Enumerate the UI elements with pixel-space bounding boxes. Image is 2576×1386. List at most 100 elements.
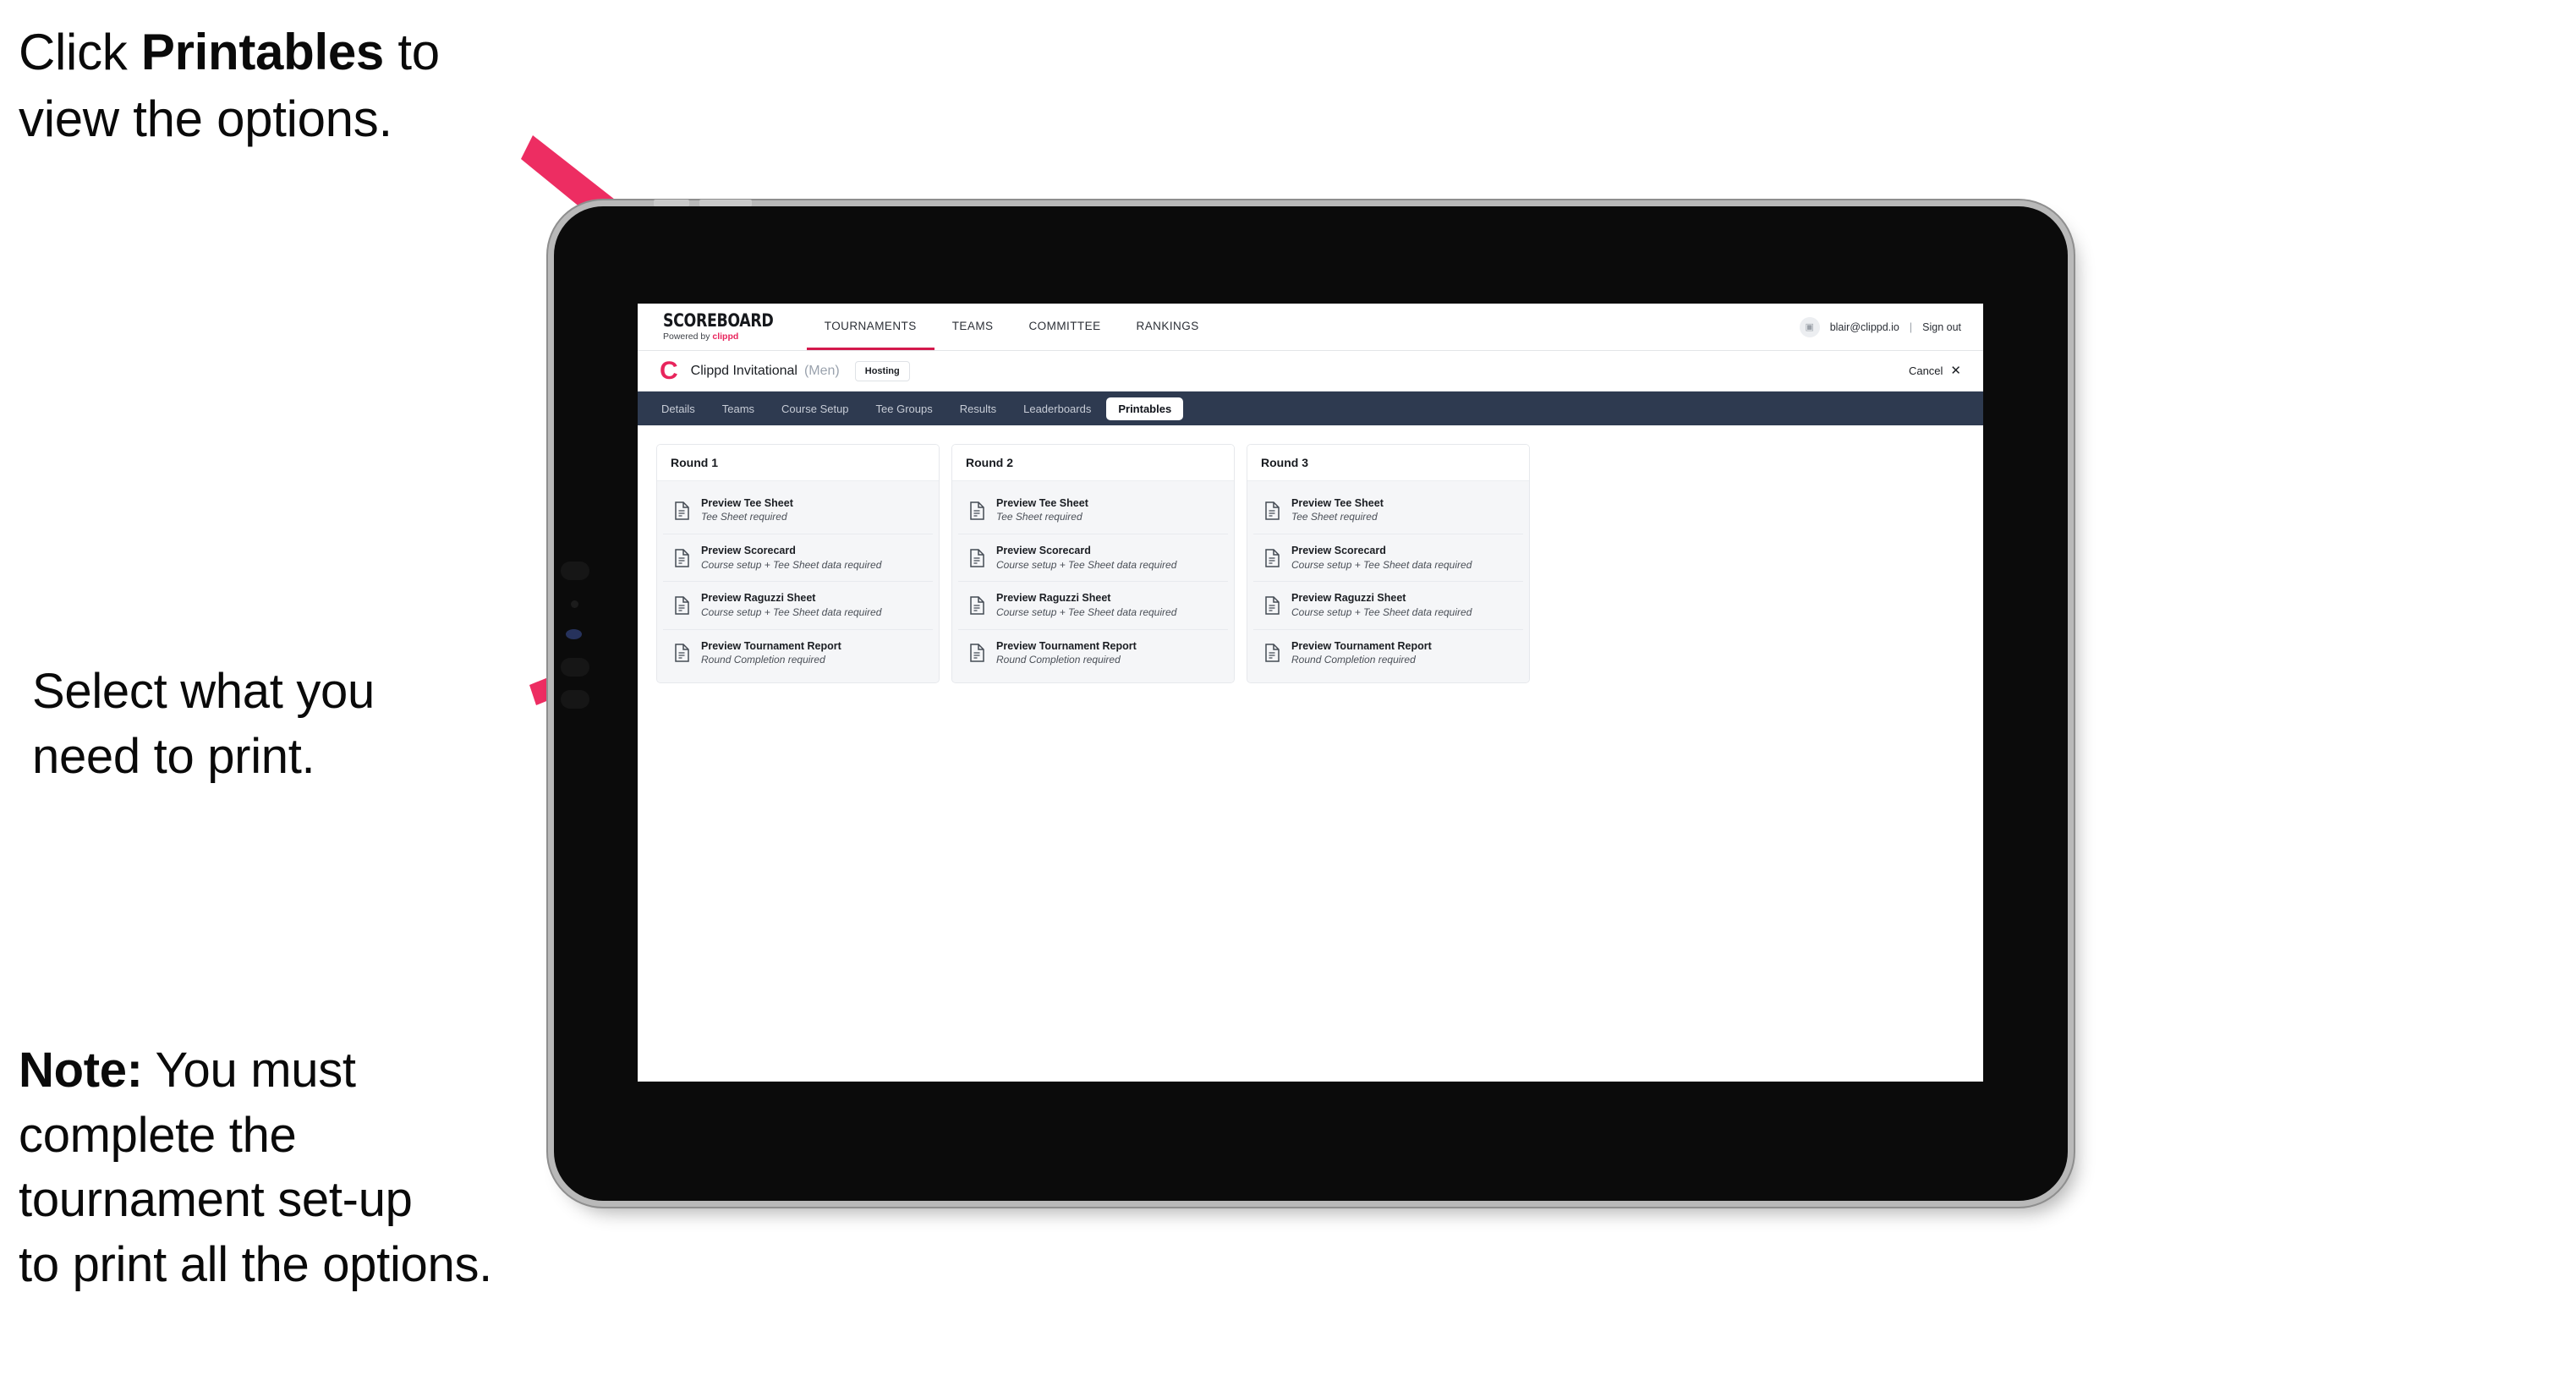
tournament-tab-strip: Details Teams Course Setup Tee Groups Re… xyxy=(638,392,1983,425)
tournament-name: Clippd Invitational xyxy=(690,363,797,378)
list-item[interactable]: Preview Scorecard Course setup + Tee She… xyxy=(958,534,1228,583)
list-item-text: Preview Scorecard Course setup + Tee She… xyxy=(1291,545,1472,571)
tab-tee-groups[interactable]: Tee Groups xyxy=(864,397,945,420)
list-item-title: Preview Tee Sheet xyxy=(1291,497,1384,509)
scoreboard-logo[interactable]: SCOREBOARD Powered by clippd xyxy=(663,304,807,350)
device-side-button-mid xyxy=(561,658,589,677)
list-item-requirement: Course setup + Tee Sheet data required xyxy=(996,605,1177,618)
list-item[interactable]: Preview Raguzzi Sheet Course setup + Tee… xyxy=(958,582,1228,630)
list-item-text: Preview Tee Sheet Tee Sheet required xyxy=(1291,497,1384,523)
callout-1-bold: Printables xyxy=(140,24,384,80)
tablet-device-frame: SCOREBOARD Powered by clippd TOURNAMENTS… xyxy=(554,200,2068,1201)
tab-course-setup[interactable]: Course Setup xyxy=(770,397,861,420)
list-item[interactable]: Preview Tournament Report Round Completi… xyxy=(1253,629,1523,677)
round-title: Round 2 xyxy=(952,445,1234,481)
round-items-list: Preview Tee Sheet Tee Sheet required Pre… xyxy=(1247,481,1529,682)
list-item-text: Preview Raguzzi Sheet Course setup + Tee… xyxy=(701,592,881,618)
document-icon xyxy=(970,549,984,567)
list-item-requirement: Round Completion required xyxy=(1291,653,1416,666)
list-item-text: Preview Raguzzi Sheet Course setup + Tee… xyxy=(1291,592,1472,618)
document-icon xyxy=(1265,596,1280,615)
list-item[interactable]: Preview Tournament Report Round Completi… xyxy=(958,629,1228,677)
device-side-button-bottom xyxy=(561,690,589,709)
nav-item-rankings[interactable]: RANKINGS xyxy=(1119,304,1217,350)
list-item-requirement: Course setup + Tee Sheet data required xyxy=(996,558,1177,571)
list-item-text: Preview Raguzzi Sheet Course setup + Tee… xyxy=(996,592,1176,618)
list-item-title: Preview Tournament Report xyxy=(996,639,1137,652)
list-item-title: Preview Tournament Report xyxy=(701,639,841,652)
round-column: Round 1 Preview Tee Sheet Tee Sheet requ… xyxy=(656,444,940,683)
list-item[interactable]: Preview Tee Sheet Tee Sheet required xyxy=(663,487,933,535)
app-top-navigation-bar: SCOREBOARD Powered by clippd TOURNAMENTS… xyxy=(638,304,1983,351)
tab-printables[interactable]: Printables xyxy=(1106,397,1184,420)
list-item-requirement: Course setup + Tee Sheet data required xyxy=(1291,605,1472,618)
list-item-requirement: Round Completion required xyxy=(701,653,825,666)
round-column: Round 3 Preview Tee Sheet Tee Sheet requ… xyxy=(1247,444,1530,683)
document-icon xyxy=(675,596,689,615)
list-item[interactable]: Preview Scorecard Course setup + Tee She… xyxy=(663,534,933,583)
round-title: Round 1 xyxy=(657,445,939,481)
callout-click-printables: Click Printables to view the options. xyxy=(19,19,577,152)
list-item-text: Preview Tee Sheet Tee Sheet required xyxy=(701,497,793,523)
list-item[interactable]: Preview Tee Sheet Tee Sheet required xyxy=(1253,487,1523,535)
list-item-text: Preview Scorecard Course setup + Tee She… xyxy=(701,545,881,571)
list-item-text: Preview Scorecard Course setup + Tee She… xyxy=(996,545,1176,571)
list-item[interactable]: Preview Tee Sheet Tee Sheet required xyxy=(958,487,1228,535)
nav-item-tournaments[interactable]: TOURNAMENTS xyxy=(806,304,934,350)
main-nav: TOURNAMENTS TEAMS COMMITTEE RANKINGS xyxy=(806,304,1217,350)
round-column: Round 2 Preview Tee Sheet Tee Sheet requ… xyxy=(951,444,1235,683)
callout-3-bold: Note: xyxy=(19,1043,143,1098)
list-item-title: Preview Tee Sheet xyxy=(701,497,793,509)
list-item-title: Preview Raguzzi Sheet xyxy=(1291,592,1406,605)
document-icon xyxy=(675,644,689,662)
user-email: blair@clippd.io xyxy=(1829,320,1899,333)
list-item-requirement: Round Completion required xyxy=(996,653,1121,666)
cancel-button[interactable]: Cancel ✕ xyxy=(1909,364,1961,377)
callout-select-what-to-print: Select what you need to print. xyxy=(32,664,375,784)
list-item-text: Preview Tournament Report Round Completi… xyxy=(1291,640,1432,666)
list-item[interactable]: Preview Raguzzi Sheet Course setup + Tee… xyxy=(1253,582,1523,630)
list-item-text: Preview Tournament Report Round Completi… xyxy=(996,640,1137,666)
list-item-requirement: Course setup + Tee Sheet data required xyxy=(1291,558,1472,571)
document-icon xyxy=(970,644,984,662)
tournament-title-bar: C Clippd Invitational (Men) Hosting Canc… xyxy=(638,351,1983,392)
list-item-title: Preview Scorecard xyxy=(1291,545,1386,557)
nav-item-committee[interactable]: COMMITTEE xyxy=(1011,304,1118,350)
list-item[interactable]: Preview Tournament Report Round Completi… xyxy=(663,629,933,677)
list-item-title: Preview Tee Sheet xyxy=(996,497,1088,509)
status-badge-hosting[interactable]: Hosting xyxy=(854,360,910,381)
tab-leaderboards[interactable]: Leaderboards xyxy=(1011,397,1103,420)
tournament-gender: (Men) xyxy=(803,363,840,378)
close-icon: ✕ xyxy=(1950,364,1961,378)
document-icon xyxy=(675,549,689,567)
document-icon xyxy=(1265,501,1280,520)
cancel-label: Cancel xyxy=(1908,364,1943,377)
round-items-list: Preview Tee Sheet Tee Sheet required Pre… xyxy=(952,481,1234,682)
round-title: Round 3 xyxy=(1247,445,1529,481)
brand-title: SCOREBOARD xyxy=(663,310,774,331)
device-indicator-led xyxy=(566,629,582,639)
printables-content: Round 1 Preview Tee Sheet Tee Sheet requ… xyxy=(638,425,1983,1082)
document-icon xyxy=(970,596,984,615)
list-item-requirement: Tee Sheet required xyxy=(1291,511,1378,523)
device-top-button-a xyxy=(654,200,689,206)
tab-details[interactable]: Details xyxy=(649,397,707,420)
brand-subtitle: Powered by clippd xyxy=(663,332,783,342)
clippd-wordmark: clippd xyxy=(712,331,739,342)
nav-item-teams[interactable]: TEAMS xyxy=(934,304,1011,350)
avatar[interactable]: ▣ xyxy=(1799,316,1820,337)
list-item-title: Preview Scorecard xyxy=(996,545,1091,557)
list-item-title: Preview Raguzzi Sheet xyxy=(701,592,816,605)
list-item-text: Preview Tournament Report Round Completi… xyxy=(701,640,841,666)
list-item-title: Preview Scorecard xyxy=(701,545,796,557)
screenshot-root: Click Printables to view the options. Se… xyxy=(0,0,2576,1386)
tab-results[interactable]: Results xyxy=(948,397,1008,420)
list-item[interactable]: Preview Raguzzi Sheet Course setup + Tee… xyxy=(663,582,933,630)
document-icon xyxy=(970,501,984,520)
tablet-screen: SCOREBOARD Powered by clippd TOURNAMENTS… xyxy=(638,304,1983,1082)
sign-out-link[interactable]: Sign out xyxy=(1922,321,1961,333)
list-item[interactable]: Preview Scorecard Course setup + Tee She… xyxy=(1253,534,1523,583)
list-item-requirement: Tee Sheet required xyxy=(701,511,787,523)
powered-by-text: Powered by xyxy=(663,331,713,342)
tab-teams[interactable]: Teams xyxy=(710,397,766,420)
